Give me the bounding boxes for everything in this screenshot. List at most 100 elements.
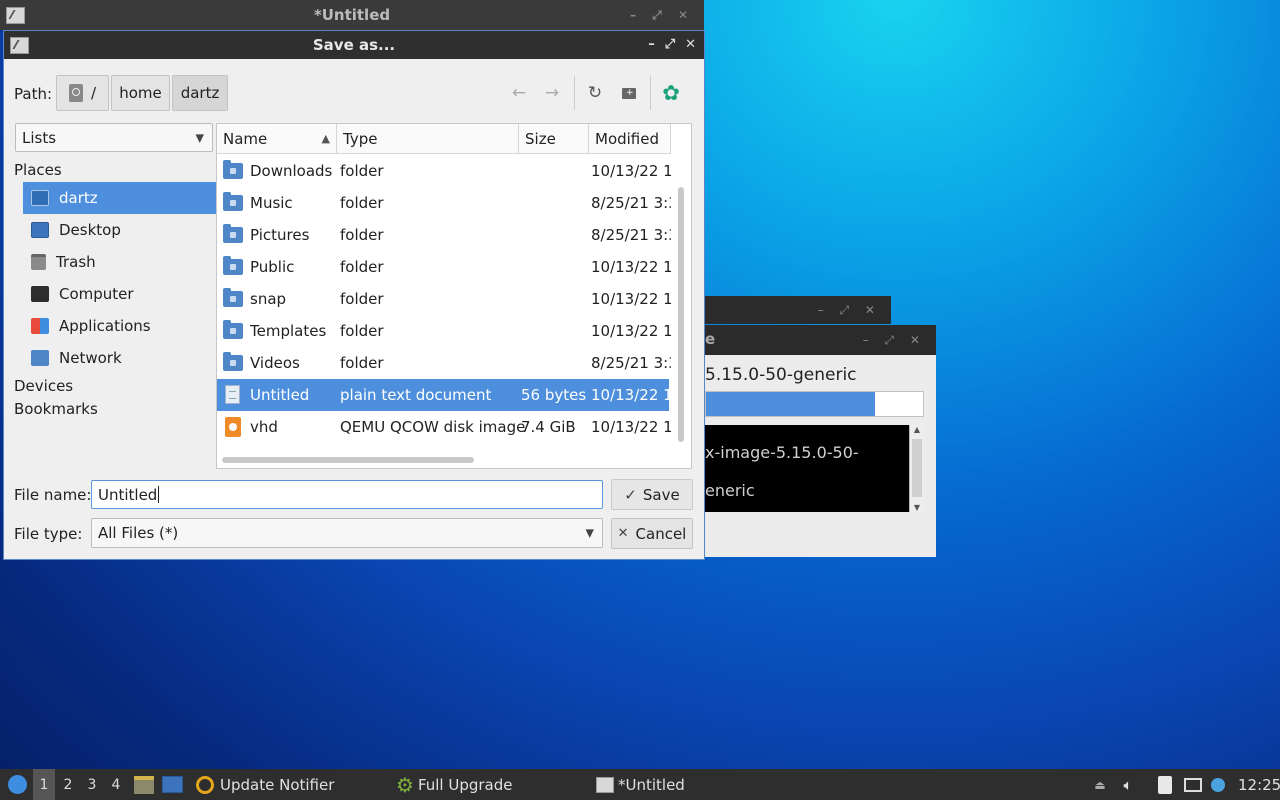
file-name: Downloads — [250, 162, 333, 180]
start-menu-button[interactable] — [4, 769, 30, 800]
network-icon — [31, 350, 49, 366]
task-label: Full Upgrade — [417, 775, 513, 794]
table-row[interactable]: Public folder 10/13/22 12 — [217, 251, 671, 283]
table-row-selected[interactable]: Untitled plain text document 56 bytes 10… — [217, 379, 671, 411]
column-size-label: Size — [525, 130, 556, 148]
sidebar-item-label: dartz — [59, 189, 98, 207]
show-desktop-launcher[interactable] — [162, 769, 183, 800]
view-mode-select[interactable]: Lists ▼ — [15, 123, 213, 152]
file-list-vertical-scrollbar[interactable] — [678, 187, 684, 442]
upgrade-progress-fill — [706, 392, 876, 416]
column-header-type[interactable]: Type — [337, 124, 519, 154]
workspace-4[interactable]: 4 — [105, 769, 127, 800]
forward-arrow-icon[interactable]: → — [538, 79, 566, 107]
workspace-1[interactable]: 1 — [33, 769, 55, 800]
file-list[interactable]: Name ▲ Type Size Modified Downloads fold… — [216, 123, 692, 469]
file-manager-launcher[interactable] — [134, 769, 154, 800]
upgrade-window-back-titlebar[interactable]: – ⤢ ✕ — [705, 296, 891, 324]
workspace-2[interactable]: 2 — [57, 769, 79, 800]
sidebar-item-applications[interactable]: Applications — [23, 310, 233, 342]
workspace-3[interactable]: 3 — [81, 769, 103, 800]
scroll-up-icon[interactable]: ▲ — [910, 425, 924, 434]
file-modified: 10/13/22 11 — [591, 162, 671, 180]
table-row[interactable]: vhd QEMU QCOW disk image 7.4 GiB 10/13/2… — [217, 411, 671, 443]
filename-value: Untitled — [98, 485, 158, 504]
file-name: vhd — [250, 418, 278, 436]
minimize-icon[interactable]: – — [648, 31, 655, 59]
bookmarks-header[interactable]: Bookmarks — [14, 400, 98, 418]
devices-header[interactable]: Devices — [14, 377, 73, 395]
file-manager-icon — [134, 775, 154, 794]
videos-folder-icon — [223, 352, 243, 371]
sidebar-item-label: Applications — [59, 317, 151, 335]
file-modified: 10/13/22 12 — [591, 386, 671, 404]
task-label: Update Notifier — [220, 775, 335, 794]
taskbar: 1 2 3 4 Update Notifier ⚙ Full Upgrade *… — [0, 769, 1280, 800]
scroll-down-icon[interactable]: ▼ — [910, 503, 924, 512]
templates-folder-icon — [223, 320, 243, 339]
places-header[interactable]: Places — [14, 161, 62, 179]
table-row[interactable]: Templates folder 10/13/22 12 — [217, 315, 671, 347]
file-name: Videos — [250, 354, 300, 372]
path-dartz-button[interactable]: dartz — [172, 75, 228, 111]
table-row[interactable]: snap folder 10/13/22 10 — [217, 283, 671, 315]
sidebar-item-label: Trash — [56, 253, 96, 271]
public-folder-icon — [223, 256, 243, 275]
update-available-icon[interactable] — [1209, 769, 1227, 800]
upgrade-progress-bar — [705, 391, 924, 417]
new-folder-icon[interactable]: + — [615, 79, 643, 107]
options-gear-icon[interactable]: ✿ — [657, 79, 685, 107]
file-list-horizontal-scrollbar[interactable] — [222, 457, 474, 463]
filename-input[interactable]: Untitled — [91, 480, 603, 509]
network-status-icon[interactable] — [1182, 769, 1204, 800]
upgrade-window-titlebar[interactable]: e – ⤢ ✕ — [705, 325, 936, 355]
music-folder-icon — [223, 192, 243, 211]
table-row[interactable]: Pictures folder 8/25/21 3:38 — [217, 219, 671, 251]
table-row[interactable]: Videos folder 8/25/21 3:38 — [217, 347, 671, 379]
volume-icon[interactable]: 🔈︎ — [1119, 769, 1137, 800]
sidebar-item-trash[interactable]: Trash — [23, 246, 233, 278]
path-root-button[interactable]: / — [56, 75, 109, 111]
applications-icon — [31, 318, 49, 334]
back-arrow-icon[interactable]: ← — [505, 79, 533, 107]
file-modified: 10/13/22 12 — [591, 258, 671, 276]
window-controls[interactable]: – ⤢ ✕ — [818, 296, 881, 324]
text-editor-icon — [10, 37, 29, 54]
window-controls[interactable]: – ⤢ ✕ — [863, 325, 926, 355]
editor-window-titlebar[interactable]: *Untitled – ⤢ ✕ — [0, 0, 704, 30]
desktop-icon — [162, 776, 183, 793]
column-header-modified[interactable]: Modified — [589, 124, 671, 154]
task-label: *Untitled — [618, 775, 685, 794]
column-header-size[interactable]: Size — [519, 124, 589, 154]
task-update-notifier[interactable]: Update Notifier — [192, 769, 388, 800]
filetype-select[interactable]: All Files (*) ▼ — [91, 518, 603, 548]
window-controls[interactable]: – ⤢ ✕ — [630, 0, 694, 30]
clipboard-icon[interactable] — [1156, 769, 1174, 800]
table-row[interactable]: Downloads folder 10/13/22 11 — [217, 155, 671, 187]
sidebar-item-network[interactable]: Network — [23, 342, 233, 374]
reload-icon[interactable]: ↻ — [581, 79, 609, 107]
path-home-button[interactable]: home — [111, 75, 170, 111]
column-header-name[interactable]: Name ▲ — [217, 124, 337, 154]
sidebar-item-dartz[interactable]: dartz — [23, 182, 233, 214]
terminal-scrollbar[interactable]: ▲ ▼ — [909, 425, 924, 512]
editor-window-title: *Untitled — [313, 6, 391, 24]
task-untitled-editor[interactable]: *Untitled — [594, 769, 790, 800]
sidebar-item-desktop[interactable]: Desktop — [23, 214, 233, 246]
cancel-button[interactable]: ✕ Cancel — [611, 518, 693, 549]
file-modified: 8/25/21 3:38 — [591, 226, 671, 244]
task-full-upgrade[interactable]: ⚙ Full Upgrade — [394, 769, 590, 800]
filetype-label: File type: — [14, 525, 83, 543]
clock[interactable]: 12:25 — [1238, 769, 1280, 800]
close-icon[interactable]: ✕ — [685, 31, 696, 59]
file-type: folder — [340, 354, 384, 372]
scroll-thumb[interactable] — [912, 439, 922, 497]
sidebar-item-computer[interactable]: Computer — [23, 278, 233, 310]
maximize-icon[interactable]: ⤢ — [665, 31, 675, 59]
table-row[interactable]: Music folder 8/25/21 3:38 — [217, 187, 671, 219]
dialog-titlebar[interactable]: Save as... – ⤢ ✕ — [4, 31, 704, 59]
tray-eject-icon[interactable]: ⏏ — [1091, 769, 1109, 800]
save-button[interactable]: ✓ Save — [611, 479, 693, 510]
text-cursor — [158, 486, 160, 503]
upgrade-window-title: e — [705, 330, 716, 348]
